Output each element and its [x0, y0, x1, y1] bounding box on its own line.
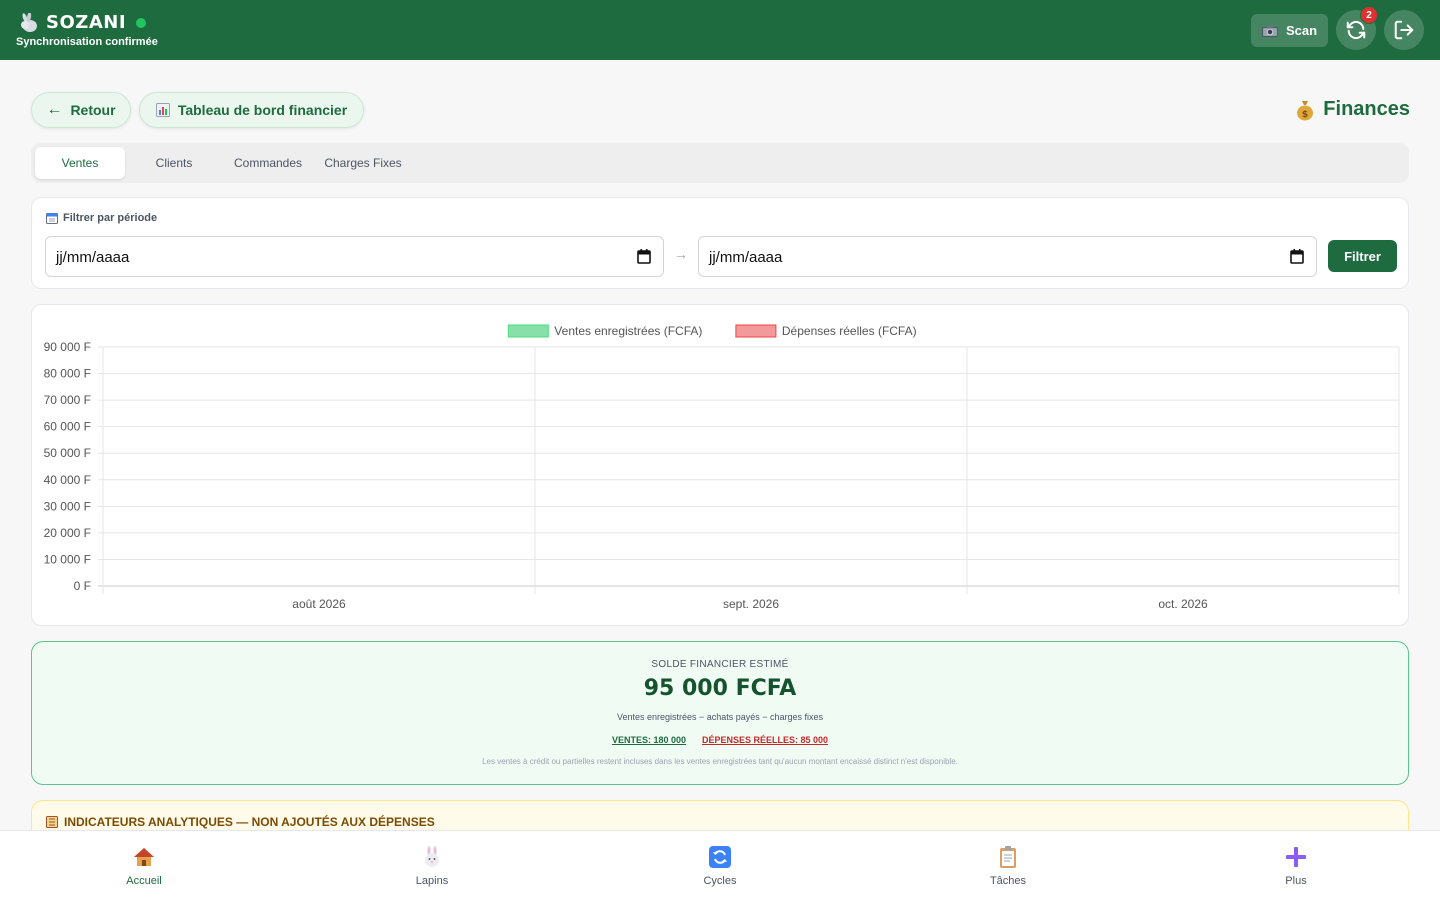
analytics-title-text: INDICATEURS ANALYTIQUES — NON AJOUTÉS AU…	[64, 815, 435, 829]
calendar-icon	[46, 213, 58, 224]
dashboard-label: Tableau de bord financier	[177, 102, 348, 118]
page-title-text: Finances	[1323, 98, 1410, 120]
y-tick-label: 10 000 F	[44, 552, 91, 566]
tab-commandes[interactable]: Commandes	[223, 147, 313, 179]
bar-chart-icon	[155, 103, 170, 117]
legend-label: Dépenses réelles (FCFA)	[782, 324, 917, 338]
date-to-input[interactable]: jj/mm/aaaa	[698, 236, 1317, 277]
sales-expenses-chart: 0 F 10 000 F 20 000 F 30 000 F 40 000 F 50 00…	[44, 324, 1400, 611]
legend-label: Ventes enregistrées (FCFA)	[554, 324, 702, 338]
page-title: $ Finances	[1295, 98, 1410, 121]
nav-label: Lapins	[415, 875, 449, 887]
nav-label: Cycles	[703, 875, 737, 887]
cycle-icon	[709, 846, 731, 868]
x-tick-label: sept. 2026	[723, 597, 779, 611]
y-tick-label: 90 000 F	[44, 340, 91, 354]
scan-button[interactable]: Scan	[1251, 14, 1328, 47]
ledger-icon	[46, 816, 58, 828]
nav-item-cycles[interactable]: Cycles	[660, 845, 780, 887]
nav-label: Tâches	[989, 875, 1027, 887]
scan-label: Scan	[1285, 23, 1318, 38]
balance-note: Les ventes à crédit ou partielles resten…	[482, 757, 958, 766]
sales-total-link[interactable]: VENTES: 180 000	[612, 735, 686, 745]
y-tick-label: 70 000 F	[44, 393, 91, 407]
svg-text:$: $	[1302, 110, 1308, 120]
rabbit-logo-icon	[21, 12, 37, 32]
online-status-dot	[136, 17, 147, 28]
dashboard-button[interactable]: Tableau de bord financier	[139, 92, 364, 128]
logout-button[interactable]	[1384, 10, 1424, 50]
nav-item-accueil[interactable]: Accueil	[84, 845, 204, 887]
expenses-total-link[interactable]: DÉPENSES RÉELLES: 85 000	[702, 735, 828, 745]
y-tick-label: 30 000 F	[44, 499, 91, 513]
plus-icon	[1286, 847, 1306, 867]
logout-icon	[1394, 20, 1414, 40]
balance-formula: Ventes enregistrées − achats payés − cha…	[616, 712, 824, 722]
chart-card: 0 F 10 000 F 20 000 F 30 000 F 40 000 F 50 00…	[31, 304, 1409, 626]
arrow-left-icon: ←	[46, 101, 63, 118]
sync-status-text: Synchronisation confirmée	[16, 36, 158, 48]
clipboard-icon	[1000, 846, 1016, 868]
back-label: Retour	[70, 102, 116, 118]
balance-value: 95 000 FCFA	[643, 676, 797, 701]
nav-item-taches[interactable]: Tâches	[948, 845, 1068, 887]
date-from-input[interactable]: jj/mm/aaaa	[45, 236, 664, 277]
filter-button[interactable]: Filtrer	[1328, 240, 1397, 272]
brand-name: SOZANI	[46, 12, 127, 33]
date-from-value: jj/mm/aaaa	[56, 249, 130, 266]
nav-label: Plus	[1285, 875, 1307, 887]
nav-item-lapins[interactable]: Lapins	[372, 845, 492, 887]
filter-card: Filtrer par période jj/mm/aaaa → jj/mm/a…	[31, 197, 1409, 289]
rabbit-icon	[425, 845, 439, 867]
balance-label: SOLDE FINANCIER ESTIMÉ	[651, 659, 789, 670]
nav-label: Accueil	[126, 875, 162, 887]
sync-badge: 2	[1360, 6, 1378, 24]
filter-label-text: Filtrer par période	[63, 212, 158, 224]
bottom-nav: Accueil Lapins Cycles Tâches Plus	[0, 830, 1440, 900]
camera-icon	[1261, 25, 1278, 37]
y-tick-label: 40 000 F	[44, 473, 91, 487]
calendar-picker-icon[interactable]	[637, 249, 651, 264]
x-tick-label: oct. 2026	[1158, 597, 1208, 611]
back-button[interactable]: ← Retour	[31, 92, 131, 128]
y-tick-label: 80 000 F	[44, 367, 91, 381]
tab-ventes[interactable]: Ventes	[35, 147, 125, 179]
top-bar: SOZANI Synchronisation confirmée Scan 2	[0, 0, 1440, 60]
balance-card: SOLDE FINANCIER ESTIMÉ 95 000 FCFA Vente…	[31, 641, 1409, 785]
tab-clients[interactable]: Clients	[131, 147, 217, 179]
tab-charges-fixes[interactable]: Charges Fixes	[321, 147, 405, 179]
nav-item-plus[interactable]: Plus	[1236, 845, 1356, 887]
brand: SOZANI Synchronisation confirmée	[16, 12, 158, 48]
y-tick-label: 50 000 F	[44, 446, 91, 460]
money-bag-icon: $	[1297, 100, 1314, 120]
y-tick-label: 60 000 F	[44, 420, 91, 434]
arrow-right-icon: →	[674, 246, 688, 262]
x-tick-label: août 2026	[292, 597, 346, 611]
section-tabs: Ventes Clients Commandes Charges Fixes	[31, 143, 1409, 183]
date-to-value: jj/mm/aaaa	[709, 249, 783, 266]
y-tick-label: 20 000 F	[44, 526, 91, 540]
filter-label: Filtrer par période	[46, 212, 157, 224]
calendar-picker-icon[interactable]	[1290, 249, 1304, 264]
y-tick-label: 0 F	[74, 579, 91, 593]
analytics-title: INDICATEURS ANALYTIQUES — NON AJOUTÉS AU…	[46, 815, 435, 829]
house-icon	[134, 848, 154, 866]
legend-swatch	[507, 324, 549, 338]
legend-swatch	[735, 324, 777, 338]
sync-button[interactable]: 2	[1336, 6, 1378, 50]
